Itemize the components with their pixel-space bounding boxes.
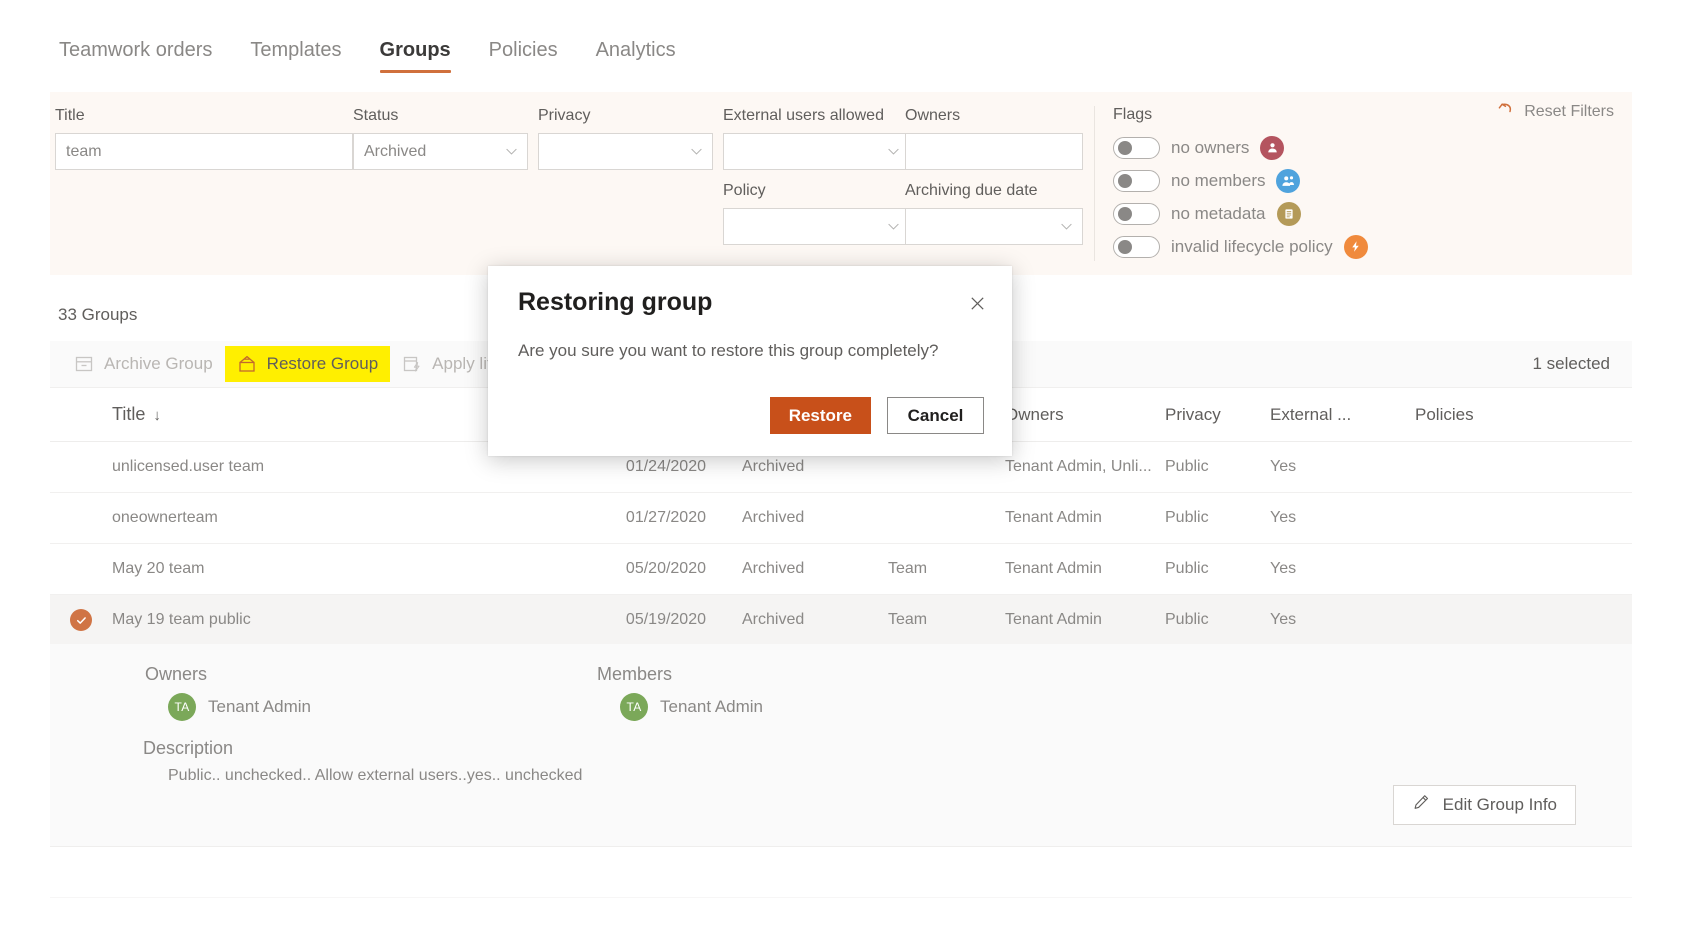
app-root: Teamwork orders Templates Groups Policie… bbox=[0, 0, 1682, 937]
dialog-body-text: Are you sure you want to restore this gr… bbox=[518, 341, 939, 360]
dialog-title: Restoring group bbox=[518, 288, 713, 316]
restore-confirm-button[interactable]: Restore bbox=[769, 397, 871, 434]
modal-scrim bbox=[0, 0, 1682, 937]
cancel-button[interactable]: Cancel bbox=[887, 397, 984, 434]
restoring-group-dialog: Restoring group Are you sure you want to… bbox=[488, 266, 1012, 456]
close-icon[interactable] bbox=[964, 290, 990, 316]
dialog-actions: Restore Cancel bbox=[769, 397, 984, 434]
